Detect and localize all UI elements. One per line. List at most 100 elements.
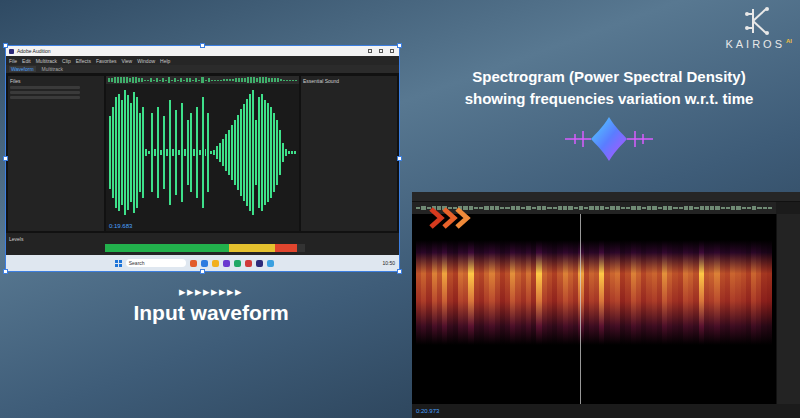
- resize-handle[interactable]: [3, 43, 8, 48]
- app-icon[interactable]: [245, 260, 252, 267]
- waveform-bar: [216, 146, 218, 159]
- overview-bar: [731, 206, 735, 209]
- overview-bar: [120, 77, 122, 82]
- overview-bar: [241, 78, 243, 82]
- overview-bar: [768, 207, 772, 209]
- overview-bar: [171, 80, 173, 81]
- close-button[interactable]: [390, 49, 394, 53]
- overview-bar: [238, 78, 240, 82]
- overview-bar: [265, 77, 267, 82]
- menu-item[interactable]: Help: [160, 58, 170, 64]
- overview-bar: [244, 78, 246, 83]
- app-icon[interactable]: [267, 260, 274, 267]
- file-row[interactable]: [10, 96, 80, 99]
- waveform-bar: [222, 139, 224, 165]
- playhead[interactable]: [580, 214, 581, 404]
- overview-bar: [595, 206, 599, 209]
- resize-handle[interactable]: [200, 269, 205, 274]
- waveform-bar: [121, 100, 123, 205]
- resize-handle[interactable]: [3, 269, 8, 274]
- waveform-bar: [228, 130, 230, 176]
- overview-bar: [135, 77, 137, 82]
- menu-item[interactable]: Edit: [22, 58, 31, 64]
- resize-handle[interactable]: [397, 156, 402, 161]
- overview-bar: [574, 207, 578, 210]
- app-icon[interactable]: [201, 260, 208, 267]
- overview-bar: [132, 77, 134, 83]
- minimize-button[interactable]: [368, 49, 372, 53]
- overview-bar: [289, 80, 291, 81]
- overview-bar: [610, 206, 614, 209]
- overview-bar: [484, 206, 488, 209]
- overview-bar: [271, 78, 273, 82]
- overview-bar: [220, 80, 222, 81]
- overview-bar: [736, 206, 740, 209]
- waveform-bar: [249, 94, 251, 212]
- overview-bar: [763, 207, 767, 209]
- waveform-bar: [267, 103, 269, 201]
- menu-item[interactable]: Favorites: [96, 58, 117, 64]
- taskbar-search[interactable]: Search: [126, 259, 186, 267]
- overview-bar: [516, 206, 520, 209]
- spectrogram-body: [412, 214, 800, 404]
- overview-bar: [183, 80, 185, 81]
- menu-item[interactable]: Multitrack: [36, 58, 57, 64]
- menu-item[interactable]: Clip: [62, 58, 71, 64]
- app-icon[interactable]: [223, 260, 230, 267]
- waveform-bar: [190, 113, 192, 192]
- overview-bar: [156, 78, 158, 82]
- waveform-bar: [264, 100, 266, 205]
- waveform-bar: [219, 143, 221, 163]
- overview-bar: [226, 79, 228, 81]
- panel-title: Levels: [9, 236, 396, 242]
- overview-bar: [752, 206, 756, 209]
- resize-handle[interactable]: [397, 43, 402, 48]
- menu-item[interactable]: View: [121, 58, 132, 64]
- transport-row: 0:19.683: [106, 221, 299, 231]
- overview-bar: [511, 206, 515, 210]
- waveform-bar: [169, 100, 171, 205]
- menu-item[interactable]: Window: [137, 58, 155, 64]
- app-icon[interactable]: [212, 260, 219, 267]
- overview-bar: [647, 206, 651, 209]
- mode-tab[interactable]: Waveform: [9, 66, 36, 72]
- overview-bar: [114, 77, 116, 82]
- overview-bar: [553, 207, 557, 209]
- overview-bar: [111, 78, 113, 82]
- overview-bar: [174, 78, 176, 82]
- side-panel: [776, 214, 800, 404]
- overview-bar: [108, 78, 110, 82]
- waveform-bar: [115, 97, 117, 208]
- overview-bar: [280, 79, 282, 81]
- overview-bar: [558, 206, 562, 209]
- waveform-bar: [193, 149, 195, 156]
- waveform-bar: [112, 107, 114, 199]
- menu-item[interactable]: File: [9, 58, 17, 64]
- file-row[interactable]: [10, 86, 80, 89]
- app-icon[interactable]: [234, 260, 241, 267]
- resize-handle[interactable]: [200, 43, 205, 48]
- resize-handle[interactable]: [397, 269, 402, 274]
- mode-tab[interactable]: Multitrack: [40, 66, 65, 72]
- audition-window-frame[interactable]: Adobe AuditionFileEditMultitrackClipEffe…: [5, 45, 400, 272]
- sound-wave-icon: [561, 114, 657, 164]
- waveform-bar: [148, 151, 150, 155]
- resize-handle[interactable]: [3, 156, 8, 161]
- overview-bar: [201, 77, 203, 82]
- file-row[interactable]: [10, 91, 80, 94]
- waveform-bar: [258, 97, 260, 208]
- windows-start-icon: [115, 260, 122, 267]
- audition-window: Adobe AuditionFileEditMultitrackClipEffe…: [6, 46, 399, 271]
- overview-strip: [412, 202, 776, 214]
- overview-bar: [721, 207, 725, 210]
- menu-item[interactable]: Effects: [76, 58, 91, 64]
- overview-bar: [126, 77, 128, 83]
- maximize-button[interactable]: [379, 49, 383, 53]
- app-icon[interactable]: [190, 260, 197, 267]
- overview-bar: [621, 207, 625, 209]
- waveform-bar: [252, 90, 254, 216]
- waveform-bar: [202, 97, 204, 208]
- waveform-bar: [270, 107, 272, 199]
- app-icon[interactable]: [256, 260, 263, 267]
- overview-bar: [637, 206, 641, 209]
